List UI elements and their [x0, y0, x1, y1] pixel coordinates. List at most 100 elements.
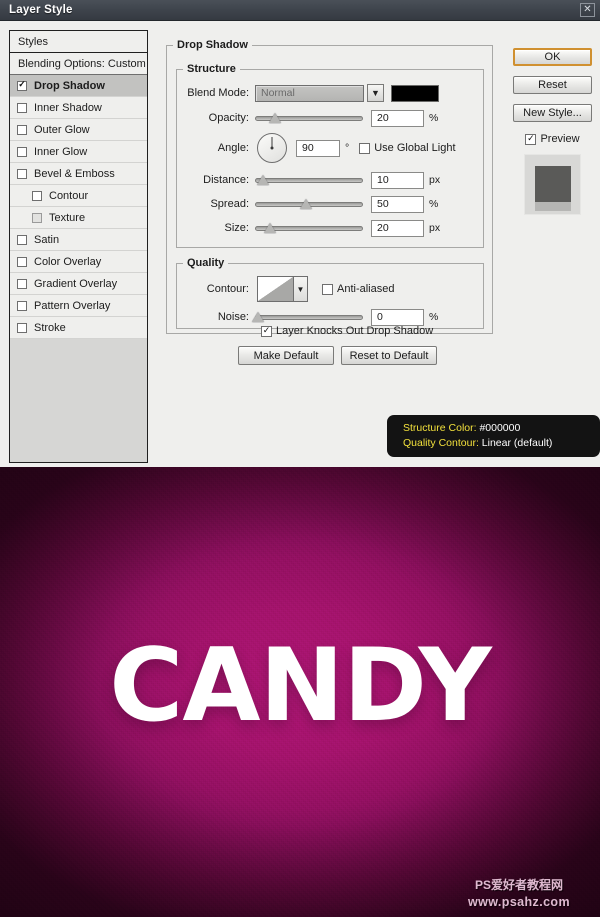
ok-button[interactable]: OK [513, 48, 592, 66]
blend-mode-row: Blend Mode: Normal ▼ [177, 83, 475, 103]
layer-knocks-out-row[interactable]: ✓ Layer Knocks Out Drop Shadow [261, 325, 433, 337]
angle-input[interactable]: 90 [296, 139, 340, 157]
distance-slider-track [255, 178, 363, 183]
spread-slider-thumb[interactable] [300, 199, 312, 209]
style-item-checkbox[interactable]: ✓ [32, 190, 42, 201]
shadow-color-swatch[interactable] [391, 84, 439, 102]
chevron-down-icon[interactable]: ▼ [367, 84, 384, 102]
contour-chevron-down-icon[interactable]: ▼ [294, 276, 308, 302]
opacity-slider[interactable] [255, 108, 363, 128]
style-item-checkbox[interactable]: ✓ [17, 300, 27, 311]
spread-input[interactable]: 50 [371, 195, 424, 213]
reset-to-default-button[interactable]: Reset to Default [341, 346, 437, 365]
style-item-checkbox[interactable]: ✓ [17, 168, 27, 179]
preview-label: Preview [540, 133, 580, 145]
style-item-checkbox[interactable]: ✓ [32, 212, 42, 223]
watermark: PS爱好者教程网 www.psahz.com [444, 877, 594, 913]
style-item-texture[interactable]: ✓ Texture [10, 207, 147, 229]
layer-knocks-out-label: Layer Knocks Out Drop Shadow [276, 325, 434, 337]
anti-aliased-label: Anti-aliased [337, 283, 395, 295]
distance-row: Distance: 10 px [177, 170, 475, 190]
blend-mode-select[interactable]: Normal [255, 84, 364, 102]
contour-row: Contour: ▼ ✓ Anti-aliased [177, 275, 475, 303]
size-slider-thumb[interactable] [264, 223, 276, 233]
window-title: Layer Style [9, 4, 73, 16]
size-unit: px [429, 222, 441, 234]
noise-slider[interactable] [252, 307, 363, 327]
watermark-line-2: www.psahz.com [468, 895, 570, 909]
style-item-inner-shadow[interactable]: ✓ Inner Shadow [10, 97, 147, 119]
distance-input[interactable]: 10 [371, 171, 424, 189]
use-global-light-checkbox[interactable]: ✓ [359, 142, 371, 154]
style-item-color-overlay[interactable]: ✓ Color Overlay [10, 251, 147, 273]
layer-knocks-out-checkbox[interactable]: ✓ [261, 325, 272, 337]
tooltip-line-1: Structure Color: #000000 [403, 421, 600, 436]
style-item-gradient-overlay[interactable]: ✓ Gradient Overlay [10, 273, 147, 295]
tooltip-structure-color-key: Structure Color: [403, 422, 477, 434]
angle-dial[interactable] [257, 133, 287, 163]
distance-slider[interactable] [255, 170, 363, 190]
contour-curve-graphic [258, 277, 293, 301]
style-item-label: Outer Glow [34, 123, 90, 136]
styles-rows: ✓ Drop Shadow ✓ Inner Shadow ✓ Outer Glow ✓ Inn… [10, 75, 147, 339]
anti-aliased-row[interactable]: ✓ Anti-aliased [322, 283, 394, 295]
watermark-line-1: PS爱好者教程网 [474, 878, 563, 892]
contour-swatch[interactable] [257, 276, 294, 302]
make-default-button[interactable]: Make Default [238, 346, 334, 365]
style-item-inner-glow[interactable]: ✓ Inner Glow [10, 141, 147, 163]
close-icon[interactable]: ✕ [580, 3, 595, 17]
style-item-checkbox[interactable]: ✓ [17, 256, 27, 267]
contour-label: Contour: [206, 283, 249, 295]
size-input[interactable]: 20 [371, 219, 424, 237]
style-item-label: Stroke [34, 321, 66, 334]
tooltip-line-2: Quality Contour: Linear (default) [403, 436, 600, 451]
preview-thumbnail [524, 154, 581, 215]
structure-group: Structure Blend Mode: Normal ▼ Opacity: … [176, 63, 484, 248]
styles-list-panel: Styles Blending Options: Custom ✓ Drop Sh… [9, 30, 148, 463]
anti-aliased-checkbox[interactable]: ✓ [322, 283, 333, 295]
spread-slider[interactable] [255, 194, 363, 214]
noise-input[interactable]: 0 [371, 308, 424, 326]
style-item-label: Gradient Overlay [34, 277, 118, 290]
style-item-stroke[interactable]: ✓ Stroke [10, 317, 147, 339]
style-item-label: Contour [49, 189, 89, 202]
distance-slider-thumb[interactable] [257, 175, 269, 185]
size-row: Size: 20 px [177, 218, 475, 238]
style-item-checkbox[interactable]: ✓ [17, 146, 27, 157]
style-item-label: Texture [49, 211, 86, 224]
opacity-input[interactable]: 20 [371, 109, 424, 127]
tooltip-quality-contour-key: Quality Contour: [403, 437, 479, 449]
size-slider[interactable] [255, 218, 363, 238]
preview-shadow [535, 202, 571, 211]
spread-row: Spread: 50 % [177, 194, 475, 214]
opacity-unit: % [429, 112, 439, 124]
preview-row[interactable]: ✓ Preview [513, 133, 592, 145]
opacity-row: Opacity: 20 % [177, 108, 475, 128]
style-item-checkbox[interactable]: ✓ [17, 124, 27, 135]
style-item-checkbox[interactable]: ✓ [17, 234, 27, 245]
style-item-label: Bevel & Emboss [34, 167, 115, 180]
style-item-outer-glow[interactable]: ✓ Outer Glow [10, 119, 147, 141]
layer-style-dialog: Styles Blending Options: Custom ✓ Drop Sh… [0, 21, 600, 467]
style-item-satin[interactable]: ✓ Satin [10, 229, 147, 251]
structure-group-title: Structure [187, 63, 236, 75]
style-item-checkbox[interactable]: ✓ [17, 278, 27, 289]
style-item-checkbox[interactable]: ✓ [17, 80, 27, 91]
noise-slider-thumb[interactable] [252, 312, 264, 322]
use-global-light-row[interactable]: ✓ Use Global Light [359, 142, 456, 154]
angle-unit: ° [345, 142, 350, 154]
style-item-checkbox[interactable]: ✓ [17, 322, 27, 333]
preview-checkbox[interactable]: ✓ [525, 133, 537, 145]
styles-list-header: Styles [10, 31, 147, 53]
opacity-slider-thumb[interactable] [269, 113, 281, 123]
new-style-button[interactable]: New Style... [513, 104, 592, 122]
style-item-checkbox[interactable]: ✓ [17, 102, 27, 113]
style-item-bevel-emboss[interactable]: ✓ Bevel & Emboss [10, 163, 147, 185]
style-item-contour[interactable]: ✓ Contour [10, 185, 147, 207]
reset-button[interactable]: Reset [513, 76, 592, 94]
style-item-pattern-overlay[interactable]: ✓ Pattern Overlay [10, 295, 147, 317]
style-item-drop-shadow[interactable]: ✓ Drop Shadow [10, 75, 147, 97]
blending-options-row[interactable]: Blending Options: Custom [10, 53, 147, 75]
style-item-label: Satin [34, 233, 60, 246]
blend-mode-label: Blend Mode: [187, 87, 249, 99]
